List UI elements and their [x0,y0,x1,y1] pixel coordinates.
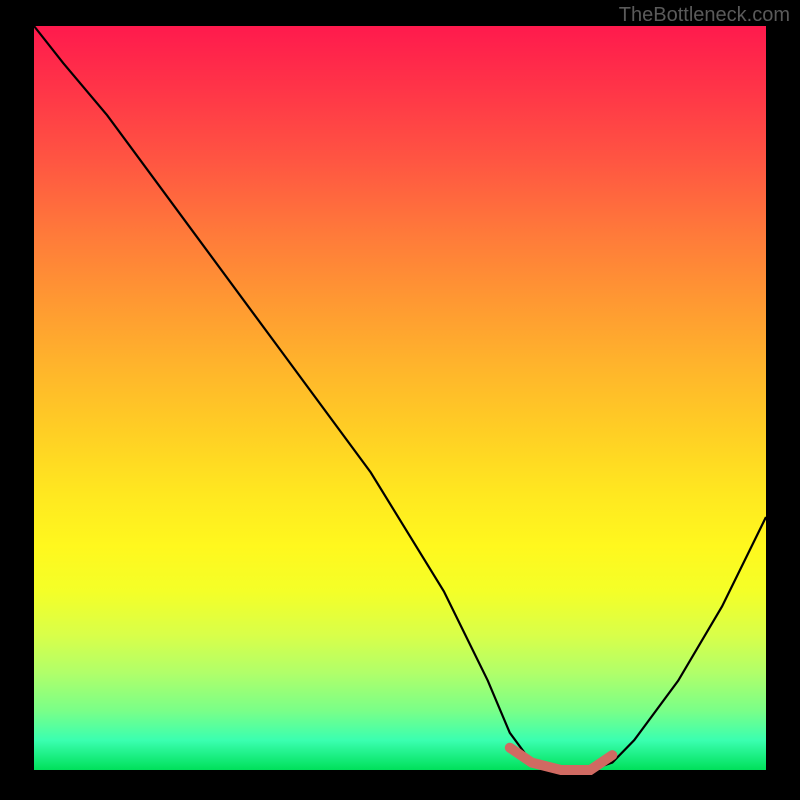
watermark-text: TheBottleneck.com [619,4,790,27]
plot-area [34,26,766,770]
bottleneck-curve [34,26,766,770]
flat-region-highlight [510,748,613,770]
chart-svg [34,26,766,770]
